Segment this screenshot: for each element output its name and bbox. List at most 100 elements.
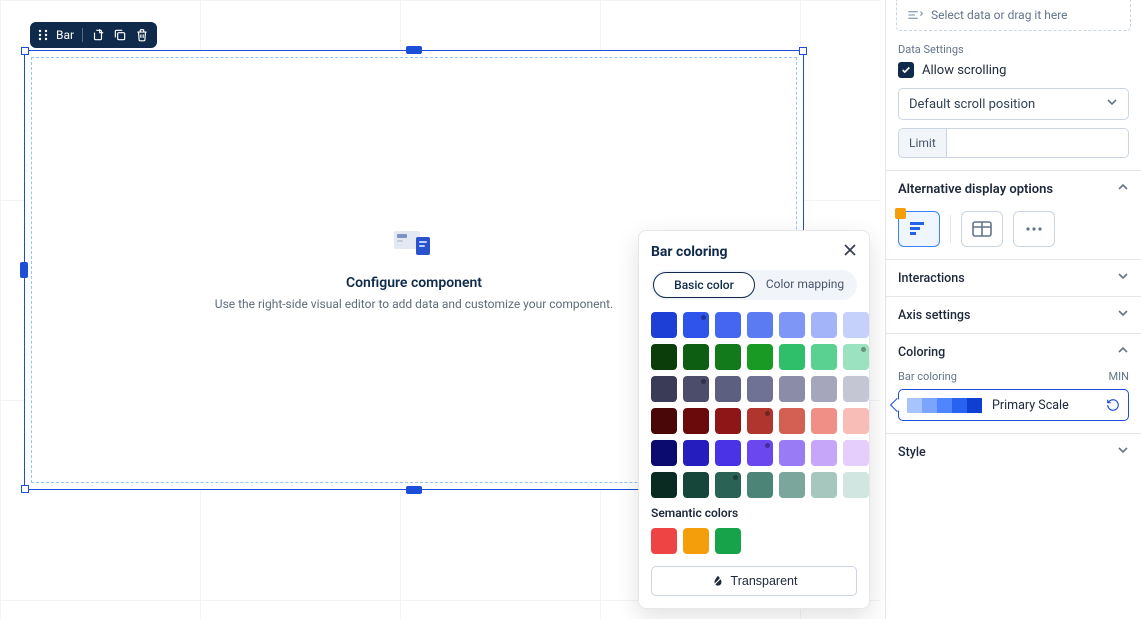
transparent-button[interactable]: Transparent (651, 566, 857, 596)
tab-color-mapping[interactable]: Color mapping (755, 272, 855, 298)
color-swatch[interactable] (843, 440, 869, 466)
tab-basic-color[interactable]: Basic color (653, 272, 755, 298)
color-swatch[interactable] (811, 440, 837, 466)
color-swatch[interactable] (843, 472, 869, 498)
resize-handle[interactable] (21, 47, 29, 55)
coloring-accordion[interactable]: Coloring (886, 333, 1141, 370)
color-swatch[interactable] (683, 408, 709, 434)
semantic-colors-label: Semantic colors (651, 506, 857, 520)
color-swatch[interactable] (651, 376, 677, 402)
color-swatch[interactable] (811, 408, 837, 434)
color-swatch[interactable] (747, 472, 773, 498)
data-settings-label: Data Settings (898, 43, 1129, 56)
color-swatch[interactable] (843, 312, 869, 338)
color-swatch[interactable] (715, 344, 741, 370)
color-swatch[interactable] (779, 472, 805, 498)
droplet-slash-icon (711, 574, 725, 588)
bar-chart-icon (909, 220, 929, 238)
color-swatch[interactable] (651, 408, 677, 434)
color-swatch[interactable] (715, 472, 741, 498)
allow-scrolling-label: Allow scrolling (922, 63, 1006, 78)
limit-input[interactable] (947, 129, 1129, 157)
color-swatch[interactable] (779, 376, 805, 402)
table-icon (972, 221, 992, 237)
chevron-up-icon (1117, 344, 1129, 360)
color-swatch[interactable] (747, 440, 773, 466)
style-accordion[interactable]: Style (886, 433, 1141, 470)
bar-coloring-popover: Bar coloring Basic color Color mapping S… (638, 230, 870, 609)
component-type-label: Bar (56, 28, 74, 42)
color-swatch[interactable] (811, 312, 837, 338)
color-swatch[interactable] (779, 440, 805, 466)
color-swatch[interactable] (651, 472, 677, 498)
color-swatch[interactable] (779, 408, 805, 434)
semantic-swatch[interactable] (715, 528, 741, 554)
color-swatch[interactable] (779, 312, 805, 338)
popover-title: Bar coloring (651, 244, 728, 260)
limit-label: Limit (899, 129, 947, 157)
color-swatch[interactable] (715, 440, 741, 466)
resize-handle[interactable] (799, 47, 807, 55)
color-swatch[interactable] (715, 408, 741, 434)
scale-name: Primary Scale (992, 398, 1096, 413)
color-swatch[interactable] (747, 312, 773, 338)
color-swatch[interactable] (683, 472, 709, 498)
color-swatch[interactable] (747, 376, 773, 402)
color-swatch[interactable] (683, 440, 709, 466)
color-swatch[interactable] (811, 472, 837, 498)
resize-handle[interactable] (406, 486, 422, 494)
color-swatch[interactable] (747, 344, 773, 370)
color-swatch[interactable] (651, 344, 677, 370)
drag-handle-icon[interactable] (38, 29, 48, 41)
alt-display-accordion[interactable]: Alternative display options (886, 170, 1141, 207)
more-icon (1025, 227, 1043, 231)
color-swatch[interactable] (779, 344, 805, 370)
scroll-position-value: Default scroll position (909, 97, 1035, 112)
color-scale-button[interactable]: Primary Scale (898, 389, 1129, 421)
duplicate-button[interactable] (113, 28, 127, 42)
color-swatch[interactable] (843, 408, 869, 434)
display-option-bar[interactable] (898, 211, 940, 247)
color-swatch[interactable] (811, 344, 837, 370)
color-swatch[interactable] (683, 312, 709, 338)
reset-icon[interactable] (1106, 398, 1120, 412)
color-mode-tabs: Basic color Color mapping (651, 270, 857, 300)
color-swatch[interactable] (683, 376, 709, 402)
display-option-table[interactable] (961, 211, 1003, 247)
display-option-more[interactable] (1013, 211, 1055, 247)
chevron-down-icon (1106, 96, 1118, 112)
color-swatch[interactable] (747, 408, 773, 434)
edit-code-button[interactable] (91, 28, 105, 42)
close-button[interactable] (843, 243, 857, 260)
color-swatch[interactable] (843, 376, 869, 402)
color-palette (651, 312, 857, 498)
chevron-down-icon (1117, 444, 1129, 460)
color-swatch[interactable] (651, 312, 677, 338)
axis-settings-accordion[interactable]: Axis settings (886, 296, 1141, 333)
close-icon (843, 243, 857, 257)
color-swatch[interactable] (715, 312, 741, 338)
color-swatch[interactable] (811, 376, 837, 402)
color-swatch[interactable] (715, 376, 741, 402)
resize-handle[interactable] (21, 485, 29, 493)
semantic-swatch[interactable] (651, 528, 677, 554)
color-swatch[interactable] (843, 344, 869, 370)
interactions-accordion[interactable]: Interactions (886, 259, 1141, 296)
limit-input-group: Limit (898, 128, 1129, 158)
semantic-swatch[interactable] (683, 528, 709, 554)
warning-badge-icon (895, 208, 906, 219)
delete-button[interactable] (135, 28, 149, 42)
sorting-hint: Select data or drag it here (931, 8, 1068, 22)
scale-preview (907, 398, 982, 413)
color-swatch[interactable] (651, 440, 677, 466)
sorting-dropzone[interactable]: Select data or drag it here (896, 0, 1131, 31)
color-swatch[interactable] (683, 344, 709, 370)
chevron-down-icon (1117, 307, 1129, 323)
chevron-up-icon (1117, 181, 1129, 197)
component-toolbar: Bar (30, 22, 157, 48)
checkbox-checked-icon (898, 62, 914, 78)
drag-data-icon (907, 9, 923, 21)
scroll-position-select[interactable]: Default scroll position (898, 88, 1129, 120)
allow-scrolling-checkbox[interactable]: Allow scrolling (898, 62, 1129, 78)
resize-handle[interactable] (406, 46, 422, 54)
